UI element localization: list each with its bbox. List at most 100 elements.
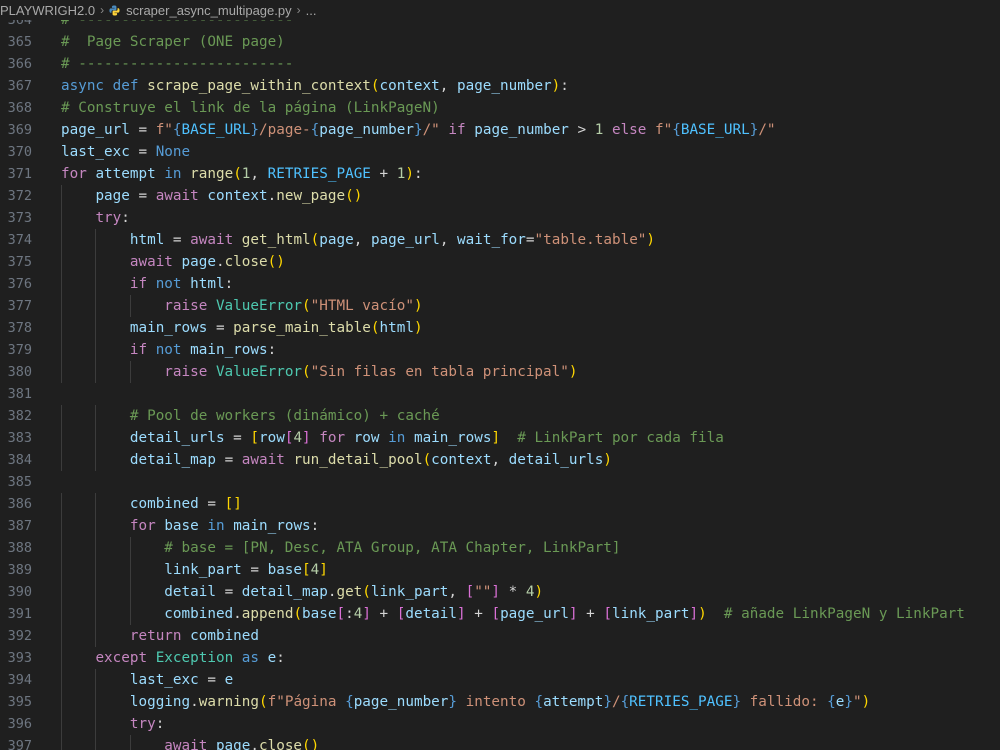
code-line[interactable]: 377 raise ValueError("HTML vacío") <box>0 295 1000 317</box>
line-number: 392 <box>7 628 32 644</box>
breadcrumb-folder[interactable]: PLAYWRIGH2.0 <box>0 3 95 18</box>
code-line[interactable]: 368 # Construye el link de la página (Lin… <box>0 97 1000 119</box>
line-number: 374 <box>7 232 32 248</box>
line-number: 382 <box>7 408 32 424</box>
line-number: 369 <box>7 122 32 138</box>
line-number: 366 <box>7 56 32 72</box>
line-number: 393 <box>7 650 32 666</box>
code-text: # ------------------------- <box>61 56 294 72</box>
line-number: 389 <box>7 562 32 578</box>
code-line[interactable]: 378 main_rows = parse_main_table(html) <box>0 317 1000 339</box>
line-number: 386 <box>7 496 32 512</box>
line-number: 375 <box>7 254 32 270</box>
code-line[interactable]: 388 # base = [PN, Desc, ATA Group, ATA C… <box>0 537 1000 559</box>
line-number: 381 <box>7 386 32 402</box>
code-text: await page.close() <box>164 738 320 750</box>
line-number: 365 <box>7 34 32 50</box>
code-line[interactable]: 390 detail = detail_map.get(link_part, [… <box>0 581 1000 603</box>
code-text: html = await get_html(page, page_url, wa… <box>129 232 656 248</box>
code-text: combined.append(base[:4] + [detail] + [p… <box>164 606 965 622</box>
chevron-right-icon: › <box>296 3 301 17</box>
code-text: for attempt in range(1, RETRIES_PAGE + 1… <box>61 166 423 182</box>
line-number: 373 <box>7 210 32 226</box>
code-line[interactable]: 384 detail_map = await run_detail_pool(c… <box>0 449 1000 471</box>
line-number: 391 <box>7 606 32 622</box>
line-number: 368 <box>7 100 32 116</box>
line-number: 376 <box>7 276 32 292</box>
code-text: try: <box>129 716 165 732</box>
code-line[interactable]: 386 combined = [] <box>0 493 1000 515</box>
code-editor[interactable]: 364 # ------------------------- 365 # Page … <box>0 9 1000 750</box>
line-number: 394 <box>7 672 32 688</box>
code-text: await page.close() <box>129 254 285 270</box>
line-number: 387 <box>7 518 32 534</box>
code-text: return combined <box>129 628 260 644</box>
code-line[interactable]: 375 await page.close() <box>0 251 1000 273</box>
breadcrumb: PLAYWRIGH2.0 › scraper_async_multipage.p… <box>0 0 1000 20</box>
code-text: detail = detail_map.get(link_part, [""] … <box>164 584 544 600</box>
code-text: last_exc = e <box>129 672 234 688</box>
code-text: page_url = f"{BASE_URL}/page-{page_numbe… <box>61 122 776 138</box>
code-line[interactable]: 374 html = await get_html(page, page_url… <box>0 229 1000 251</box>
code-line[interactable]: 372 page = await context.new_page() <box>0 185 1000 207</box>
code-text: raise ValueError("Sin filas en tabla pri… <box>164 364 578 380</box>
code-text: logging.warning(f"Página {page_number} i… <box>129 694 871 710</box>
line-number: 367 <box>7 78 32 94</box>
code-line[interactable]: 382 # Pool de workers (dinámico) + caché <box>0 405 1000 427</box>
code-text: # Construye el link de la página (LinkPa… <box>61 100 440 116</box>
line-number: 388 <box>7 540 32 556</box>
code-text: # Pool de workers (dinámico) + caché <box>129 408 440 424</box>
code-line[interactable]: 389 link_part = base[4] <box>0 559 1000 581</box>
code-line[interactable]: 370 last_exc = None <box>0 141 1000 163</box>
code-text: if not main_rows: <box>129 342 277 358</box>
code-line[interactable]: 387 for base in main_rows: <box>0 515 1000 537</box>
code-text: detail_map = await run_detail_pool(conte… <box>129 452 612 468</box>
line-number: 370 <box>7 144 32 160</box>
line-number: 395 <box>7 694 32 710</box>
code-line[interactable]: 365 # Page Scraper (ONE page) <box>0 31 1000 53</box>
code-text: combined = [] <box>129 496 242 512</box>
code-line[interactable]: 392 return combined <box>0 625 1000 647</box>
code-text: main_rows = parse_main_table(html) <box>129 320 423 336</box>
code-line[interactable]: 367 async def scrape_page_within_context(… <box>0 75 1000 97</box>
line-number: 384 <box>7 452 32 468</box>
code-text: # base = [PN, Desc, ATA Group, ATA Chapt… <box>164 540 621 556</box>
code-line[interactable]: 381 <box>0 383 1000 405</box>
line-number: 397 <box>7 738 32 750</box>
code-text: link_part = base[4] <box>164 562 328 578</box>
python-file-icon <box>109 4 120 16</box>
line-number: 372 <box>7 188 32 204</box>
code-line[interactable]: 397 await page.close() <box>0 735 1000 750</box>
code-line[interactable]: 385 <box>0 471 1000 493</box>
code-line[interactable]: 371 for attempt in range(1, RETRIES_PAGE … <box>0 163 1000 185</box>
line-number: 379 <box>7 342 32 358</box>
code-text: detail_urls = [row[4] for row in main_ro… <box>129 430 724 446</box>
code-line[interactable]: 380 raise ValueError("Sin filas en tabla… <box>0 361 1000 383</box>
code-text: async def scrape_page_within_context(con… <box>61 78 569 94</box>
code-text: try: <box>95 210 130 226</box>
breadcrumb-file[interactable]: scraper_async_multipage.py <box>126 3 291 18</box>
code-text: # Page Scraper (ONE page) <box>61 34 285 50</box>
code-line[interactable]: 391 combined.append(base[:4] + [detail] … <box>0 603 1000 625</box>
code-line[interactable]: 396 try: <box>0 713 1000 735</box>
breadcrumb-more[interactable]: ... <box>306 3 317 18</box>
code-line[interactable]: 394 last_exc = e <box>0 669 1000 691</box>
code-line[interactable]: 369 page_url = f"{BASE_URL}/page-{page_nu… <box>0 119 1000 141</box>
code-line[interactable]: 395 logging.warning(f"Página {page_numbe… <box>0 691 1000 713</box>
code-text: for base in main_rows: <box>129 518 320 534</box>
code-text: page = await context.new_page() <box>95 188 363 204</box>
code-line[interactable]: 383 detail_urls = [row[4] for row in mai… <box>0 427 1000 449</box>
line-number: 383 <box>7 430 32 446</box>
code-line[interactable]: 379 if not main_rows: <box>0 339 1000 361</box>
line-number: 390 <box>7 584 32 600</box>
code-line[interactable]: 373 try: <box>0 207 1000 229</box>
line-number: 380 <box>7 364 32 380</box>
line-number: 396 <box>7 716 32 732</box>
line-number: 378 <box>7 320 32 336</box>
line-number: 385 <box>7 474 32 490</box>
code-text: if not html: <box>129 276 234 292</box>
code-line[interactable]: 393 except Exception as e: <box>0 647 1000 669</box>
code-text: except Exception as e: <box>95 650 285 666</box>
code-line[interactable]: 376 if not html: <box>0 273 1000 295</box>
code-line[interactable]: 366 # ------------------------- <box>0 53 1000 75</box>
